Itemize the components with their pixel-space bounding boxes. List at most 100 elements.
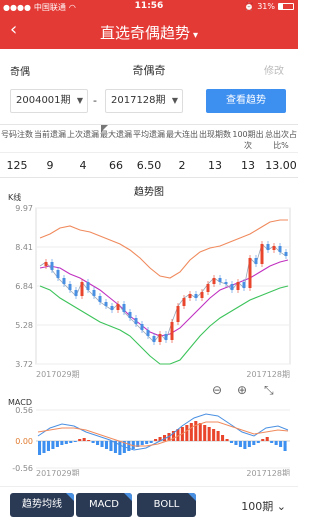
candle-body: [224, 282, 228, 284]
stat-header: 总出次占比%: [265, 130, 297, 150]
zoom-in-icon[interactable]: ⊕: [237, 383, 247, 397]
macd-histogram-bar: [46, 441, 50, 451]
macd-histogram-bar: [145, 441, 149, 444]
macd-histogram-bar: [154, 439, 158, 441]
candle-body: [50, 262, 54, 270]
macd-histogram-bar: [194, 421, 198, 441]
kline-title: 趋势图: [134, 186, 164, 198]
candle-body: [122, 304, 126, 312]
y-tick-label: 8.41: [15, 243, 33, 252]
range-row: 2004001期 ▼ - 2017128期 ▼ 查看趋势: [0, 89, 298, 115]
macd-histogram-bar: [60, 441, 64, 445]
chevron-down-icon: ▼: [76, 96, 83, 105]
macd-histogram-bar: [261, 439, 265, 441]
macd-histogram-bar: [78, 439, 82, 441]
stat-header: 当前遗漏: [34, 130, 66, 139]
macd-chart[interactable]: MACD0.560.00-0.562017029期 2017128期: [0, 396, 298, 476]
macd-histogram-bar: [252, 441, 256, 445]
macd-histogram-bar: [96, 441, 100, 445]
stat-value: 66: [109, 159, 123, 172]
stat-value: 2: [178, 159, 186, 172]
macd-histogram-bar: [283, 441, 287, 451]
macd-histogram-bar: [203, 425, 207, 441]
tab-label: BOLL: [153, 499, 180, 510]
tab-boll[interactable]: BOLL: [137, 493, 196, 517]
macd-histogram-bar: [234, 441, 238, 445]
macd-histogram-bar: [51, 441, 55, 449]
candle-body: [218, 278, 222, 282]
candle-body: [254, 258, 258, 264]
view-trend-button[interactable]: 查看趋势: [206, 89, 286, 113]
x-end-label: 2017128期: [246, 469, 290, 476]
candle-body: [182, 298, 186, 306]
candle-body: [188, 294, 192, 298]
stat-header: 100期出次: [232, 130, 264, 150]
stat-value: 13: [241, 159, 255, 172]
stats-table: 号码注数 125 当前遗漏 9 上次遗漏 4 最大遗漏 66 平均遗漏 6.50 最大连出 2 出现期数…: [0, 124, 298, 178]
stat-column: 当前遗漏 9: [33, 125, 67, 179]
alarm-icon: ⏰: [244, 2, 255, 11]
candle-body: [242, 282, 246, 288]
candle-body: [284, 252, 288, 256]
candle-body: [278, 246, 282, 252]
macd-histogram-bar: [73, 441, 77, 442]
candle-body: [194, 294, 198, 298]
candle-body: [158, 334, 162, 342]
candle-body: [236, 282, 240, 290]
macd-histogram-bar: [270, 441, 274, 443]
candle-body: [206, 284, 210, 292]
stat-value: 6.50: [136, 159, 162, 172]
stat-column: 平均遗漏 6.50: [132, 125, 166, 179]
periods-value: 100期: [241, 500, 274, 513]
stat-value: 9: [46, 159, 54, 172]
candle-body: [116, 304, 120, 310]
stat-value: 13.00: [265, 159, 297, 172]
candle-body: [74, 290, 78, 296]
macd-histogram-bar: [247, 441, 251, 447]
edit-button[interactable]: 修改: [264, 62, 284, 77]
candle-body: [200, 292, 204, 298]
macd-histogram-bar: [265, 437, 269, 441]
macd-histogram-bar: [118, 441, 122, 455]
macd-histogram-bar: [87, 440, 91, 441]
stat-column: 最大遗漏 66: [99, 125, 133, 179]
stat-header: 出现期数: [199, 130, 231, 139]
macd-histogram-bar: [198, 423, 202, 441]
candle-body: [98, 296, 102, 302]
x-start-label: 2017029期: [36, 370, 80, 379]
candle-body: [62, 278, 66, 284]
kline-chart[interactable]: K线 趋势图 9.97 8.41 6.84 5.28 3.722017029期 2017128…: [0, 186, 298, 386]
macd-histogram-bar: [100, 441, 104, 447]
chevron-down-icon: ▼: [171, 96, 178, 105]
macd-histogram-bar: [243, 441, 247, 449]
candle-body: [164, 334, 168, 340]
start-period-select[interactable]: 2004001期 ▼: [10, 89, 88, 113]
stat-header: 号码注数: [1, 130, 33, 139]
tab-marker: [124, 493, 132, 501]
page-title-dropdown[interactable]: 直选奇偶趋势 ▾: [0, 22, 298, 43]
battery-percent: 31%: [257, 2, 275, 11]
stat-value: 4: [79, 159, 87, 172]
macd-histogram-bar: [279, 441, 283, 447]
tab-trend-ma[interactable]: 趋势均线: [10, 493, 74, 517]
zoom-out-icon[interactable]: ⊖: [212, 383, 222, 397]
start-period: 2004001期: [16, 95, 71, 106]
candle-body: [248, 258, 252, 288]
stat-value: 13: [208, 159, 222, 172]
candle-body: [212, 278, 216, 284]
macd-histogram-bar: [42, 441, 46, 453]
candle-body: [272, 246, 276, 250]
candle-body: [260, 244, 264, 264]
bottom-bar: 趋势均线 MACD BOLL 100期 ⌄: [0, 486, 298, 526]
macd-histogram-bar: [104, 441, 109, 449]
chevron-down-icon: ▾: [192, 30, 199, 41]
tab-macd[interactable]: MACD: [76, 493, 132, 517]
macd-histogram-bar: [225, 439, 229, 441]
macd-histogram-bar: [69, 441, 73, 443]
candle-body: [86, 282, 90, 290]
end-period-select[interactable]: 2017128期 ▼: [105, 89, 183, 113]
periods-select[interactable]: 100期 ⌄: [241, 498, 286, 514]
stat-header: 平均遗漏: [133, 130, 165, 139]
macd-histogram-bar: [64, 441, 68, 444]
candle-body: [134, 318, 138, 324]
